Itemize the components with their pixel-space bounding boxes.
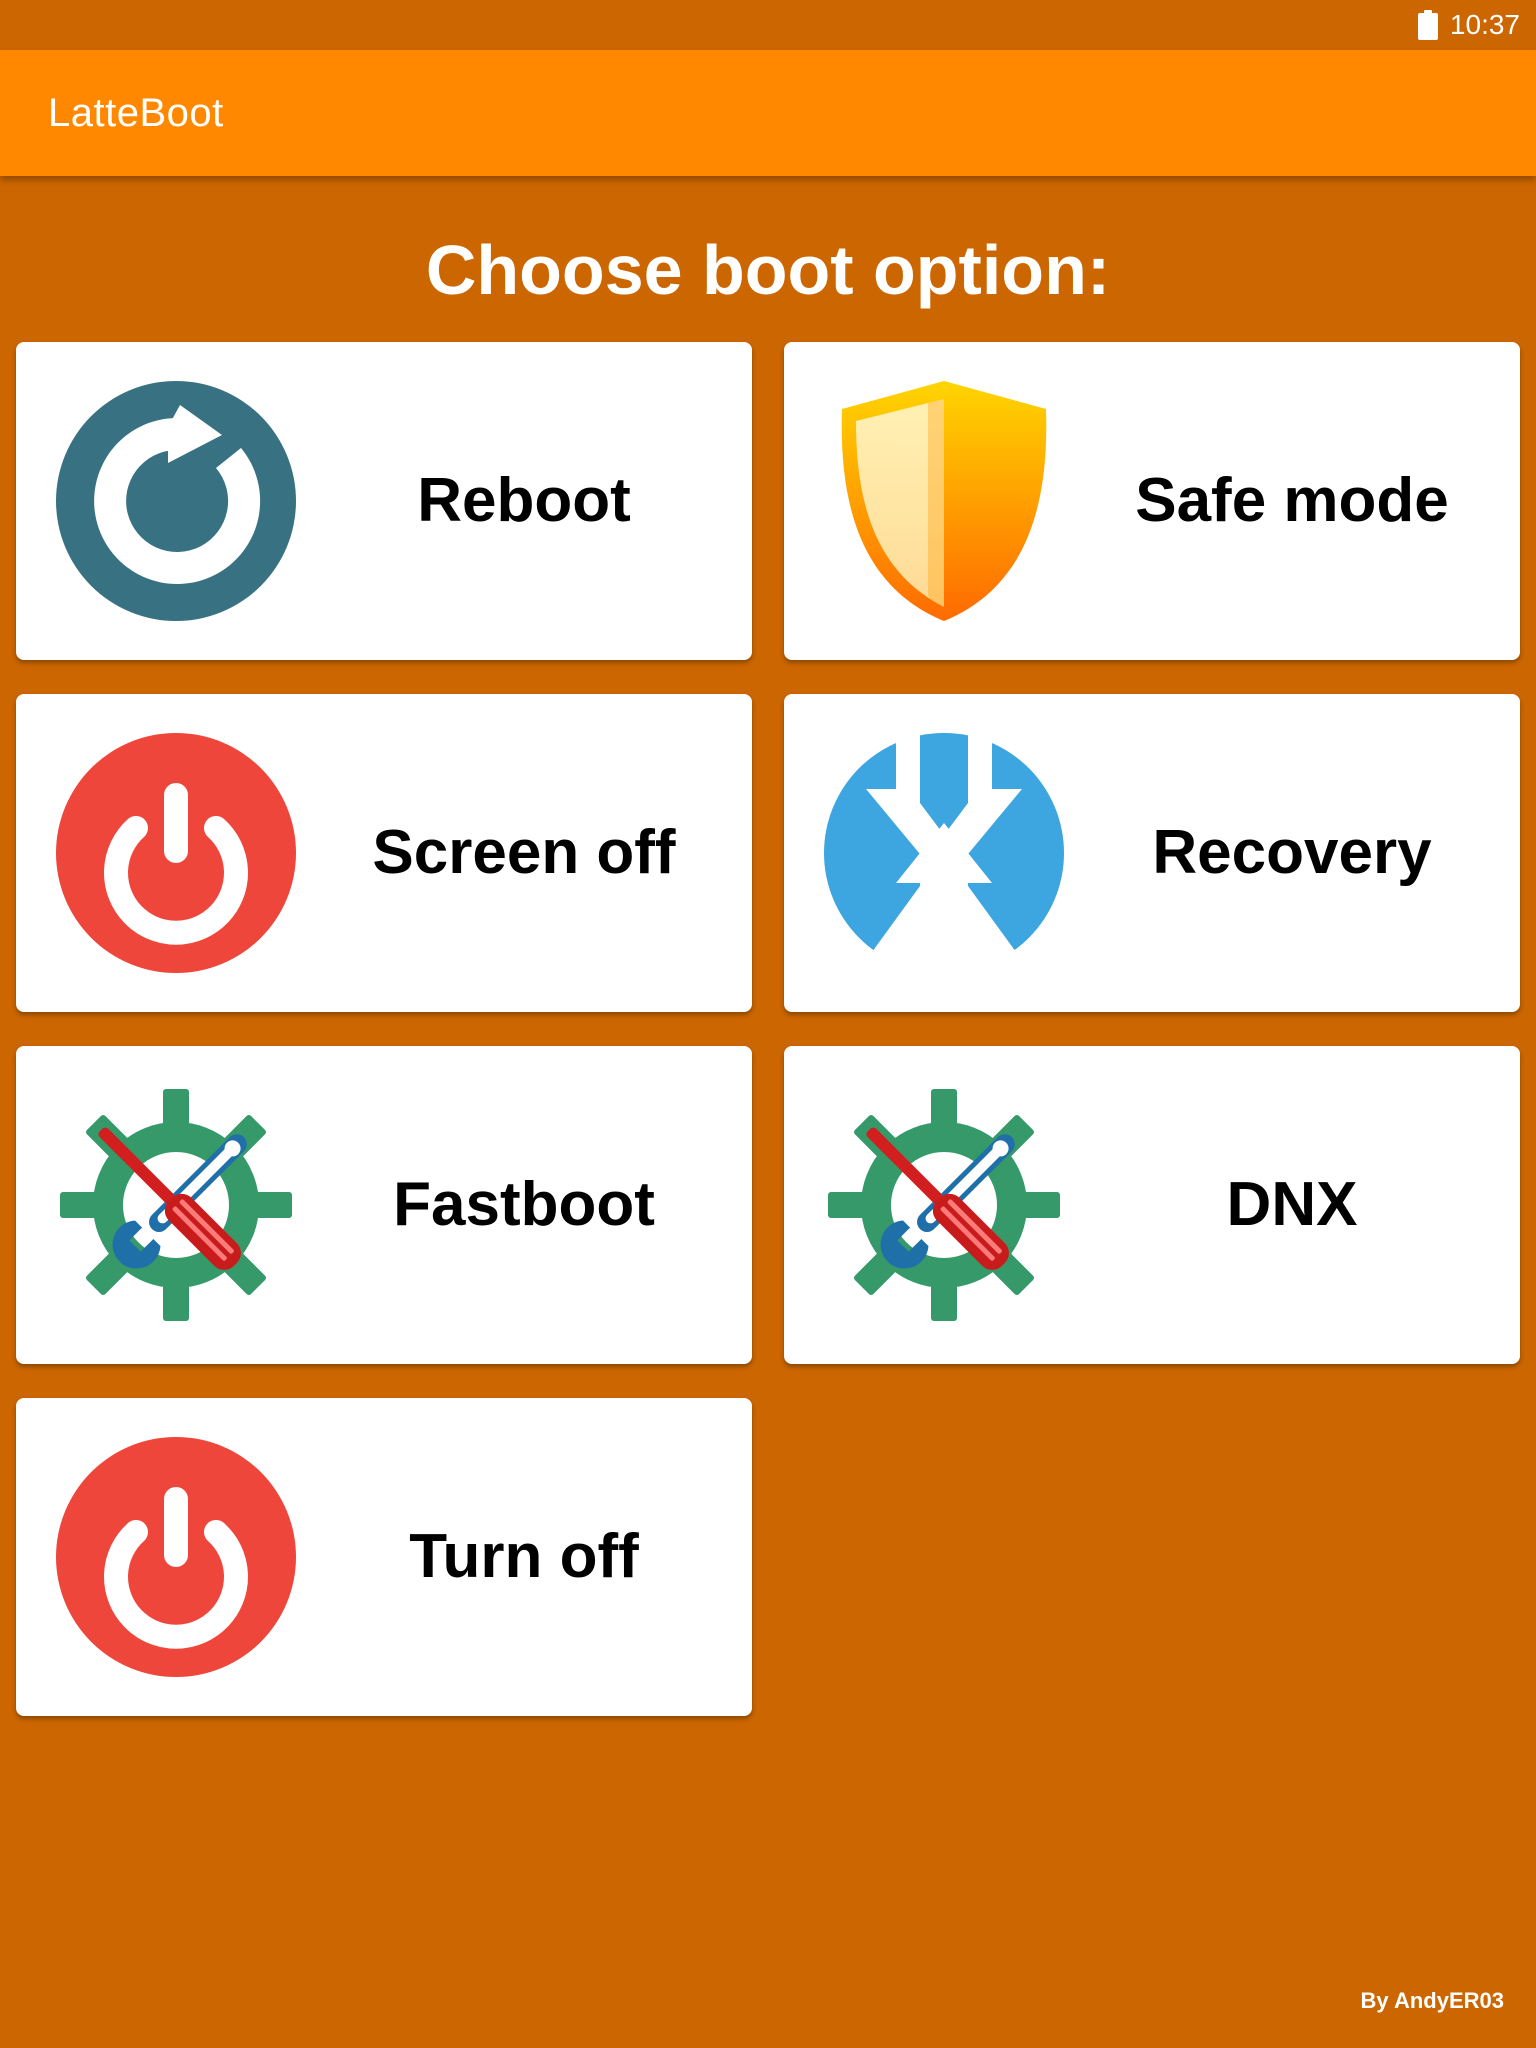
status-time: 10:37 — [1449, 9, 1520, 40]
status-bar: 10:37 — [0, 0, 1536, 50]
footer-credit: By AndyER03 — [1360, 1988, 1504, 2013]
fastboot-label: Fastboot — [393, 1170, 655, 1239]
safe-mode-label: Safe mode — [1135, 466, 1449, 535]
dnx-button[interactable]: DNX — [784, 1046, 1520, 1364]
app-title: LatteBoot — [48, 91, 224, 135]
app-bar: LatteBoot — [0, 50, 1536, 176]
battery-full-icon — [1417, 10, 1438, 40]
power-icon — [56, 1437, 296, 1677]
safe-mode-button[interactable]: Safe mode — [784, 342, 1520, 660]
tools-gear-icon — [56, 1085, 296, 1325]
status-right: 10:37 — [1417, 8, 1520, 42]
turn-off-button[interactable]: Turn off — [16, 1398, 752, 1716]
fastboot-button[interactable]: Fastboot — [16, 1046, 752, 1364]
tools-gear-icon — [824, 1085, 1064, 1325]
page-heading: Choose boot option: — [425, 231, 1111, 309]
reboot-label: Reboot — [417, 466, 631, 535]
reboot-button[interactable]: Reboot — [16, 342, 752, 660]
screen-off-button[interactable]: Screen off — [16, 694, 752, 1012]
screen-off-label: Screen off — [372, 818, 676, 887]
recovery-label: Recovery — [1152, 818, 1432, 887]
dnx-label: DNX — [1226, 1170, 1358, 1239]
recovery-arrows-icon — [824, 733, 1064, 973]
power-icon — [56, 733, 296, 973]
shield-icon — [824, 381, 1064, 621]
turn-off-label: Turn off — [409, 1522, 639, 1591]
reboot-icon — [56, 381, 296, 621]
recovery-button[interactable]: Recovery — [784, 694, 1520, 1012]
